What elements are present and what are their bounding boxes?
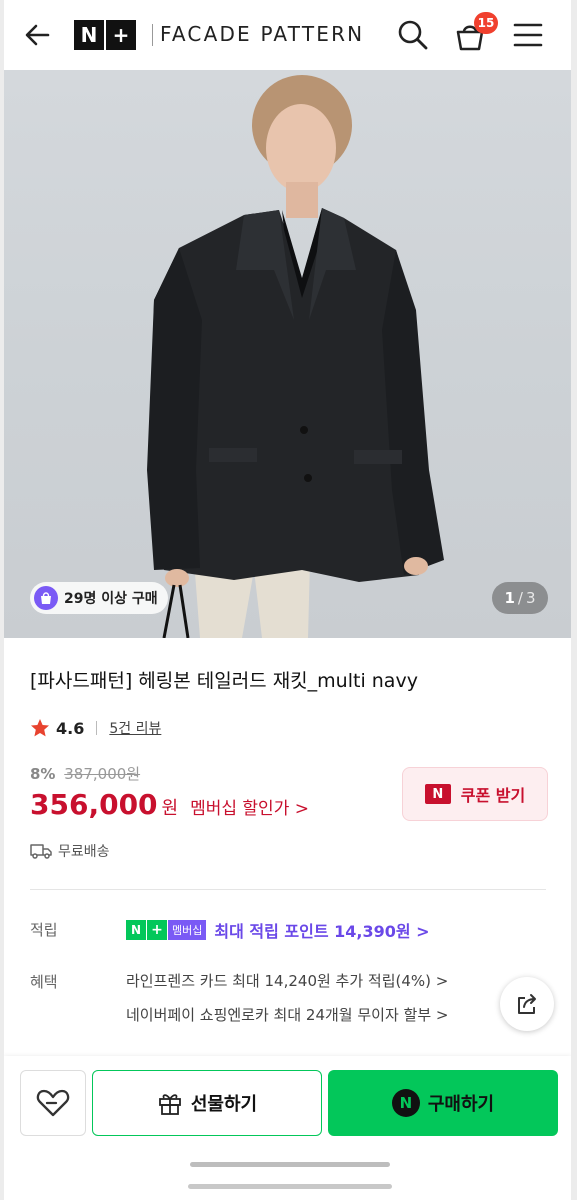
coupon-n-badge: N bbox=[424, 784, 451, 804]
product-page: N + FACADE PATTERN 15 29명 이상 구매 1 / 3 [파… bbox=[4, 0, 571, 1200]
coupon-button[interactable]: N 쿠폰 받기 bbox=[402, 767, 548, 821]
gift-button[interactable]: 선물하기 bbox=[92, 1070, 322, 1136]
heart-icon bbox=[36, 1089, 70, 1117]
np-badge-membership: 멤버십 bbox=[168, 920, 207, 940]
shipping-info: 무료배송 bbox=[30, 840, 110, 862]
share-icon bbox=[518, 994, 536, 1014]
image-counter-current: 1 bbox=[504, 589, 515, 607]
share-button[interactable] bbox=[500, 977, 554, 1031]
purchase-count-badge: 29명 이상 구매 bbox=[30, 582, 168, 614]
top-header: N + FACADE PATTERN 15 bbox=[4, 0, 571, 70]
purchase-count-text: 29명 이상 구매 bbox=[64, 591, 158, 607]
discount-row: 8% 387,000원 bbox=[30, 763, 140, 784]
bottom-action-bar: 선물하기 N 구매하기 bbox=[4, 1056, 571, 1200]
search-icon bbox=[398, 20, 428, 50]
brand-name[interactable]: FACADE PATTERN bbox=[160, 22, 364, 46]
price-row: 356,000 원 멤버십 할인가 > bbox=[30, 788, 309, 828]
rating-row: 4.6 5건 리뷰 bbox=[30, 716, 161, 740]
truck-icon bbox=[30, 844, 52, 859]
discount-rate: 8% bbox=[30, 765, 56, 783]
np-badge-n: N bbox=[126, 920, 146, 940]
np-badge-plus: + bbox=[147, 920, 167, 940]
review-link[interactable]: 5건 리뷰 bbox=[109, 718, 161, 738]
naver-plus-membership-badge: N + 멤버십 bbox=[126, 920, 207, 940]
home-indicator-secondary bbox=[188, 1184, 392, 1189]
product-title: [파사드패턴] 헤링본 테일러드 재킷_multi navy bbox=[30, 670, 418, 692]
coupon-label: 쿠폰 받기 bbox=[460, 786, 526, 805]
back-arrow-icon bbox=[25, 24, 50, 46]
logo-plus: + bbox=[106, 20, 136, 50]
product-image[interactable] bbox=[4, 70, 571, 638]
points-label: 적립 bbox=[30, 921, 58, 939]
model-photo bbox=[147, 75, 444, 638]
brand-divider bbox=[152, 24, 153, 46]
wishlist-button[interactable] bbox=[20, 1070, 86, 1136]
points-text: 최대 적립 포인트 14,390원 > bbox=[214, 922, 430, 941]
buy-label: 구매하기 bbox=[427, 1094, 495, 1115]
gift-icon bbox=[158, 1094, 181, 1115]
rating-divider bbox=[96, 721, 98, 735]
buy-button[interactable]: N 구매하기 bbox=[328, 1070, 558, 1136]
home-indicator bbox=[190, 1162, 390, 1167]
image-counter-total: 3 bbox=[525, 589, 536, 607]
rating-value: 4.6 bbox=[56, 718, 85, 738]
shipping-text: 무료배송 bbox=[58, 844, 110, 860]
section-divider bbox=[30, 889, 546, 890]
benefit-installment-link[interactable]: 네이버페이 쇼핑엔로카 최대 24개월 무이자 할부 > bbox=[126, 1004, 506, 1025]
naver-pay-n-icon: N bbox=[391, 1089, 420, 1117]
cart-count-badge: 15 bbox=[474, 12, 498, 34]
points-link[interactable]: N + 멤버십 최대 적립 포인트 14,390원 > bbox=[126, 917, 430, 943]
menu-icon bbox=[513, 23, 543, 47]
image-counter-separator: / bbox=[517, 589, 523, 607]
image-counter: 1 / 3 bbox=[492, 582, 548, 614]
original-price: 387,000원 bbox=[64, 765, 141, 783]
benefits-label: 혜택 bbox=[30, 973, 58, 991]
sale-price: 356,000 bbox=[30, 788, 158, 821]
naver-plus-logo[interactable]: N + bbox=[74, 20, 136, 50]
gift-label: 선물하기 bbox=[190, 1094, 258, 1115]
currency-unit: 원 bbox=[161, 798, 179, 819]
star-icon bbox=[31, 719, 49, 737]
member-price-link[interactable]: 멤버십 할인가 > bbox=[190, 794, 309, 819]
menu-button[interactable] bbox=[512, 20, 544, 50]
benefit-card-link[interactable]: 라인프렌즈 카드 최대 14,240원 추가 적립(4%) > bbox=[126, 970, 448, 991]
search-button[interactable] bbox=[396, 18, 430, 52]
shopping-bag-icon bbox=[34, 586, 58, 610]
back-button[interactable] bbox=[22, 19, 54, 51]
logo-n: N bbox=[74, 20, 104, 50]
